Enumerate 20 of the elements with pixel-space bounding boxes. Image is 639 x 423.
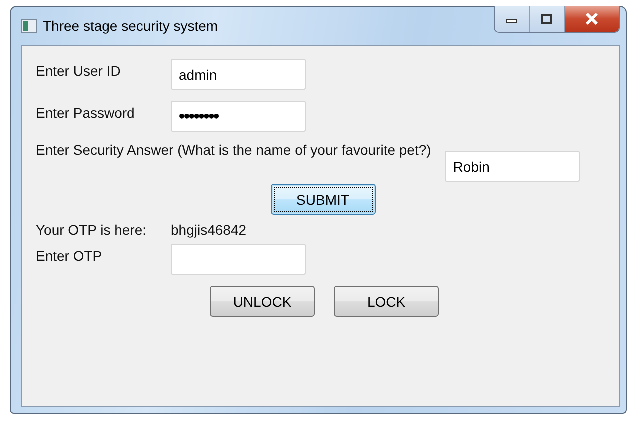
window-icon [21, 19, 37, 33]
maximize-icon [541, 14, 553, 24]
otp-value: bhgjis46842 [171, 222, 247, 240]
lock-button[interactable]: LOCK [334, 286, 439, 317]
close-icon [585, 13, 599, 25]
unlock-button[interactable]: UNLOCK [210, 286, 315, 317]
otp-label: Your OTP is here: [36, 222, 148, 240]
field-label: Enter Security Answer (What is the name of your favourite pet?) [36, 141, 432, 158]
field-label: Enter Password [36, 104, 136, 121]
field-label: Enter OTP [36, 247, 104, 264]
text-field[interactable]: Robin [445, 151, 580, 182]
window-title: Three stage security system [43, 18, 218, 34]
field-label: Enter User ID [36, 62, 122, 79]
minimize-button[interactable] [495, 6, 530, 32]
text-field[interactable]: admin [171, 59, 306, 90]
text-field[interactable]: •••••••• [171, 101, 306, 132]
close-button[interactable] [565, 6, 619, 32]
maximize-button[interactable] [530, 6, 565, 32]
text-field[interactable] [171, 244, 306, 275]
submit-button[interactable]: SUBMIT [270, 184, 376, 215]
